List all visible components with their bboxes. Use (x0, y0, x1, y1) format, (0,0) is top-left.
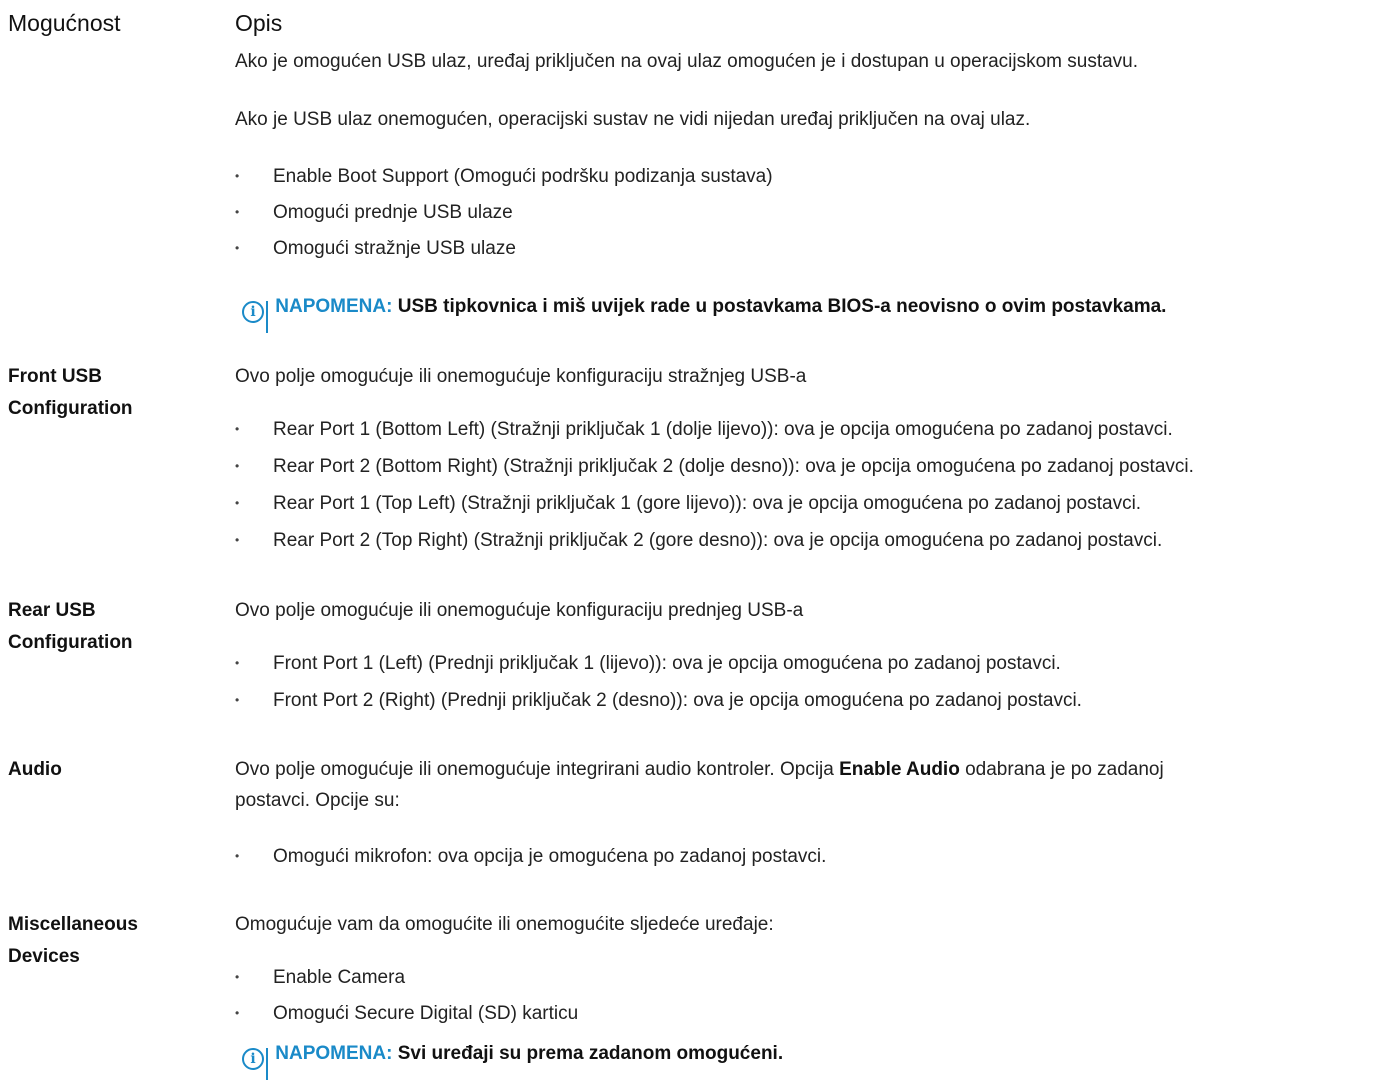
note-divider (266, 1048, 268, 1080)
list-item-text: Enable Boot Support (Omogući podršku pod… (273, 166, 773, 187)
option-label-line: Rear USB (8, 600, 96, 621)
bullet-icon: • (235, 169, 240, 184)
note-text: USB tipkovnica i miš uvijek rade u posta… (397, 296, 1167, 317)
list-item-text: Rear Port 2 (Top Right) (Stražnji priklj… (273, 530, 1163, 551)
list-item: • Rear Port 1 (Bottom Left) (Stražnji pri… (235, 414, 1173, 445)
option-label-line: Configuration (8, 398, 133, 419)
list-item: • Omogući mikrofon: ova opcija je omoguće… (235, 841, 826, 872)
bullet-icon: • (235, 459, 240, 474)
front-usb-description: Ovo polje omogućuje ili onemogućuje konf… (235, 366, 807, 387)
misc-note: i NAPOMENA: Svi uređaji su prema zadanom… (242, 1038, 784, 1080)
list-item: • Omogući prednje USB ulaze (235, 197, 513, 228)
bullet-icon: • (235, 970, 240, 985)
bullet-icon: • (235, 205, 240, 220)
usb-note: i NAPOMENA: USB tipkovnica i miš uvijek … (242, 291, 1167, 333)
note-text: Svi uređaji su prema zadanom omogućeni. (397, 1043, 784, 1064)
audio-description-text: odabrana je po zadanoj (959, 759, 1164, 780)
bullet-icon: • (235, 1006, 240, 1021)
enable-audio-option: Enable Audio (839, 759, 960, 780)
list-item-text: Omogući mikrofon: ova opcija je omogućen… (273, 846, 827, 867)
list-item: • Rear Port 2 (Top Right) (Stražnji prikl… (235, 525, 1162, 556)
audio-description-text: Ovo polje omogućuje ili onemogućuje inte… (235, 759, 840, 780)
bios-options-table: Mogućnost Opis Ako je omogućen USB ulaz,… (0, 0, 1382, 1088)
list-item-text: Front Port 1 (Left) (Prednji priključak … (273, 653, 1061, 674)
option-label-line: Configuration (8, 632, 133, 653)
column-header-option: Mogućnost (8, 10, 121, 36)
column-header-description: Opis (235, 10, 283, 36)
list-item: • Front Port 1 (Left) (Prednji priključak… (235, 648, 1061, 679)
audio-description: Ovo polje omogućuje ili onemogućuje inte… (235, 754, 1164, 816)
option-label-rear-usb: Rear USB Configuration (8, 595, 133, 659)
list-item: • Enable Boot Support (Omogući podršku po… (235, 161, 773, 192)
audio-description-line1: Ovo polje omogućuje ili onemogućuje inte… (235, 754, 1164, 785)
bullet-icon: • (235, 241, 240, 256)
bullet-icon: • (235, 693, 240, 708)
info-icon: i (242, 301, 264, 323)
note-label: NAPOMENA: (275, 296, 393, 317)
option-label-audio: Audio (8, 759, 62, 780)
bullet-icon: • (235, 496, 240, 511)
option-label-line: Devices (8, 946, 80, 967)
note-divider (266, 301, 268, 333)
misc-description: Omogućuje vam da omogućite ili onemogući… (235, 914, 774, 935)
list-item: • Front Port 2 (Right) (Prednji priključa… (235, 685, 1082, 716)
list-item-text: Omogući stražnje USB ulaze (273, 238, 516, 259)
list-item-text: Enable Camera (273, 967, 406, 988)
list-item: • Rear Port 2 (Bottom Right) (Stražnji pr… (235, 451, 1194, 482)
list-item-text: Omogući prednje USB ulaze (273, 202, 513, 223)
list-item: • Omogući Secure Digital (SD) karticu (235, 998, 578, 1029)
bullet-icon: • (235, 849, 240, 864)
audio-description-line2: postavci. Opcije su: (235, 790, 400, 811)
bullet-icon: • (235, 533, 240, 548)
bullet-icon: • (235, 422, 240, 437)
list-item: • Enable Camera (235, 962, 405, 993)
note-label: NAPOMENA: (275, 1043, 393, 1064)
option-label-front-usb: Front USB Configuration (8, 361, 133, 425)
usb-paragraph-enabled: Ako je omogućen USB ulaz, uređaj priklju… (235, 51, 1139, 72)
option-label-line: Miscellaneous (8, 914, 138, 935)
list-item-text: Rear Port 2 (Bottom Right) (Stražnji pri… (273, 456, 1194, 477)
list-item: • Rear Port 1 (Top Left) (Stražnji priklj… (235, 488, 1141, 519)
usb-paragraph-disabled: Ako je USB ulaz onemogućen, operacijski … (235, 109, 1031, 130)
list-item: • Omogući stražnje USB ulaze (235, 233, 516, 264)
option-label-line: Front USB (8, 366, 102, 387)
bullet-icon: • (235, 656, 240, 671)
list-item-text: Omogući Secure Digital (SD) karticu (273, 1003, 579, 1024)
list-item-text: Front Port 2 (Right) (Prednji priključak… (273, 690, 1082, 711)
rear-usb-description: Ovo polje omogućuje ili onemogućuje konf… (235, 600, 804, 621)
info-icon: i (242, 1048, 264, 1070)
list-item-text: Rear Port 1 (Top Left) (Stražnji priklju… (273, 493, 1142, 514)
option-label-misc-devices: Miscellaneous Devices (8, 909, 138, 973)
list-item-text: Rear Port 1 (Bottom Left) (Stražnji prik… (273, 419, 1173, 440)
